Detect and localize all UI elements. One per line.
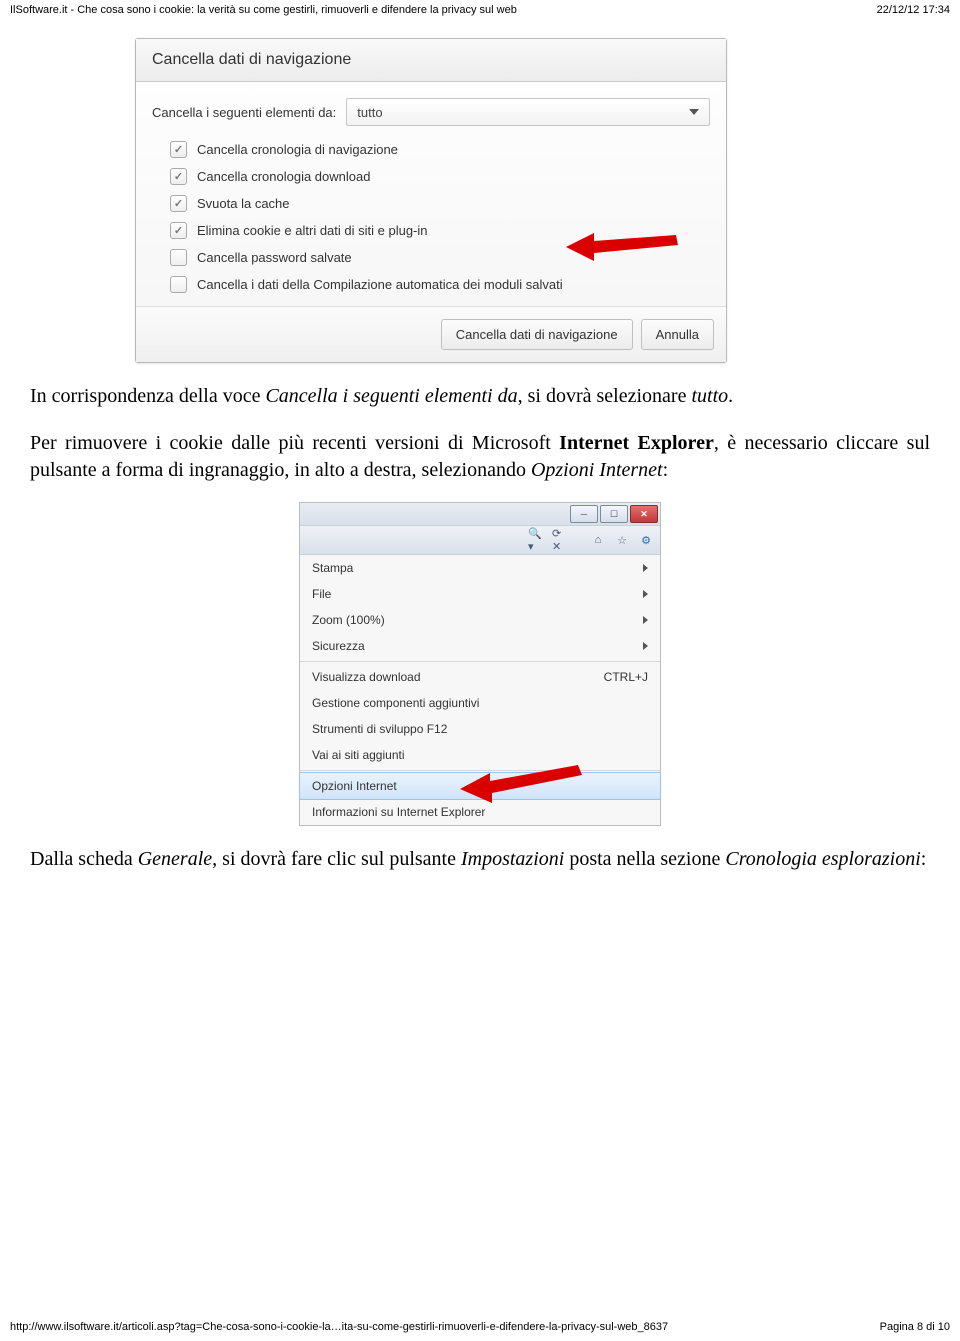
ie-window: ─ ☐ ✕ 🔍 ▾ ⟳ ✕ ⌂ ☆ ⚙ Stampa File Zoom (10… [299,502,661,826]
menu-separator [300,770,660,771]
article-paragraph: Per rimuovere i cookie dalle più recenti… [0,410,960,484]
menu-item-addons[interactable]: Gestione componenti aggiuntivi [300,690,660,716]
search-icon[interactable]: 🔍 ▾ [528,532,544,548]
checkbox-icon: ✓ [170,222,187,239]
checkbox-row[interactable]: ✓ Cancella cronologia download [152,163,710,190]
submenu-arrow-icon [643,642,648,650]
menu-item-about[interactable]: Informazioni su Internet Explorer [300,799,660,825]
close-button[interactable]: ✕ [630,505,658,523]
chrome-clear-data-dialog: Cancella dati di navigazione Cancella i … [135,38,727,363]
maximize-button[interactable]: ☐ [600,505,628,523]
menu-item-pinned-sites[interactable]: Vai ai siti aggiunti [300,742,660,768]
window-titlebar: ─ ☐ ✕ [300,503,660,525]
menu-item-file[interactable]: File [300,581,660,607]
header-title: IlSoftware.it - Che cosa sono i cookie: … [10,4,517,16]
menu-separator [300,661,660,662]
page-footer: http://www.ilsoftware.it/articoli.asp?ta… [0,1317,960,1337]
checkbox-label: Cancella cronologia di navigazione [197,142,398,157]
checkbox-row[interactable]: ✓ Elimina cookie e altri dati di siti e p… [152,217,710,244]
footer-url: http://www.ilsoftware.it/articoli.asp?ta… [10,1321,668,1333]
checkbox-label: Cancella cronologia download [197,169,370,184]
checkbox-label: Elimina cookie e altri dati di siti e pl… [197,223,428,238]
dialog-title: Cancella dati di navigazione [136,39,726,82]
cancel-button[interactable]: Annulla [641,319,714,350]
checkbox-row[interactable]: Cancella password salvate [152,244,710,271]
checkbox-icon [170,276,187,293]
checkbox-row[interactable]: ✓ Cancella cronologia di navigazione [152,136,710,163]
checkbox-icon: ✓ [170,168,187,185]
ie-tools-menu: Stampa File Zoom (100%) Sicurezza Visual… [300,555,660,825]
checkbox-label: Cancella password salvate [197,250,352,265]
ie-toolbar: 🔍 ▾ ⟳ ✕ ⌂ ☆ ⚙ [300,525,660,555]
home-icon[interactable]: ⌂ [590,532,606,548]
submenu-arrow-icon [643,564,648,572]
refresh-icon[interactable]: ⟳ ✕ [552,532,568,548]
menu-item-internet-options[interactable]: Opzioni Internet [299,772,661,800]
obliterate-label: Cancella i seguenti elementi da: [152,105,336,120]
menu-item-zoom[interactable]: Zoom (100%) [300,607,660,633]
page-number: Pagina 8 di 10 [880,1321,950,1333]
minimize-button[interactable]: ─ [570,505,598,523]
favorites-icon[interactable]: ☆ [614,532,630,548]
checkbox-label: Cancella i dati della Compilazione autom… [197,277,563,292]
select-value: tutto [357,105,382,120]
checkbox-icon: ✓ [170,141,187,158]
shortcut-label: CTRL+J [604,670,648,684]
chevron-down-icon [689,109,699,115]
menu-item-downloads[interactable]: Visualizza downloadCTRL+J [300,664,660,690]
header-timestamp: 22/12/12 17:34 [877,4,950,16]
checkbox-row[interactable]: ✓ Svuota la cache [152,190,710,217]
submenu-arrow-icon [643,616,648,624]
menu-item-security[interactable]: Sicurezza [300,633,660,659]
menu-item-print[interactable]: Stampa [300,555,660,581]
clear-data-button[interactable]: Cancella dati di navigazione [441,319,633,350]
checkbox-icon: ✓ [170,195,187,212]
article-paragraph: In corrispondenza della voce Cancella i … [0,363,960,410]
page-header: IlSoftware.it - Che cosa sono i cookie: … [0,0,960,18]
article-paragraph: Dalla scheda Generale, si dovrà fare cli… [0,826,960,873]
submenu-arrow-icon [643,590,648,598]
checkbox-row[interactable]: Cancella i dati della Compilazione autom… [152,271,710,298]
checkbox-icon [170,249,187,266]
checkbox-label: Svuota la cache [197,196,290,211]
menu-item-devtools[interactable]: Strumenti di sviluppo F12 [300,716,660,742]
time-range-select[interactable]: tutto [346,98,710,126]
gear-icon[interactable]: ⚙ [638,532,654,548]
